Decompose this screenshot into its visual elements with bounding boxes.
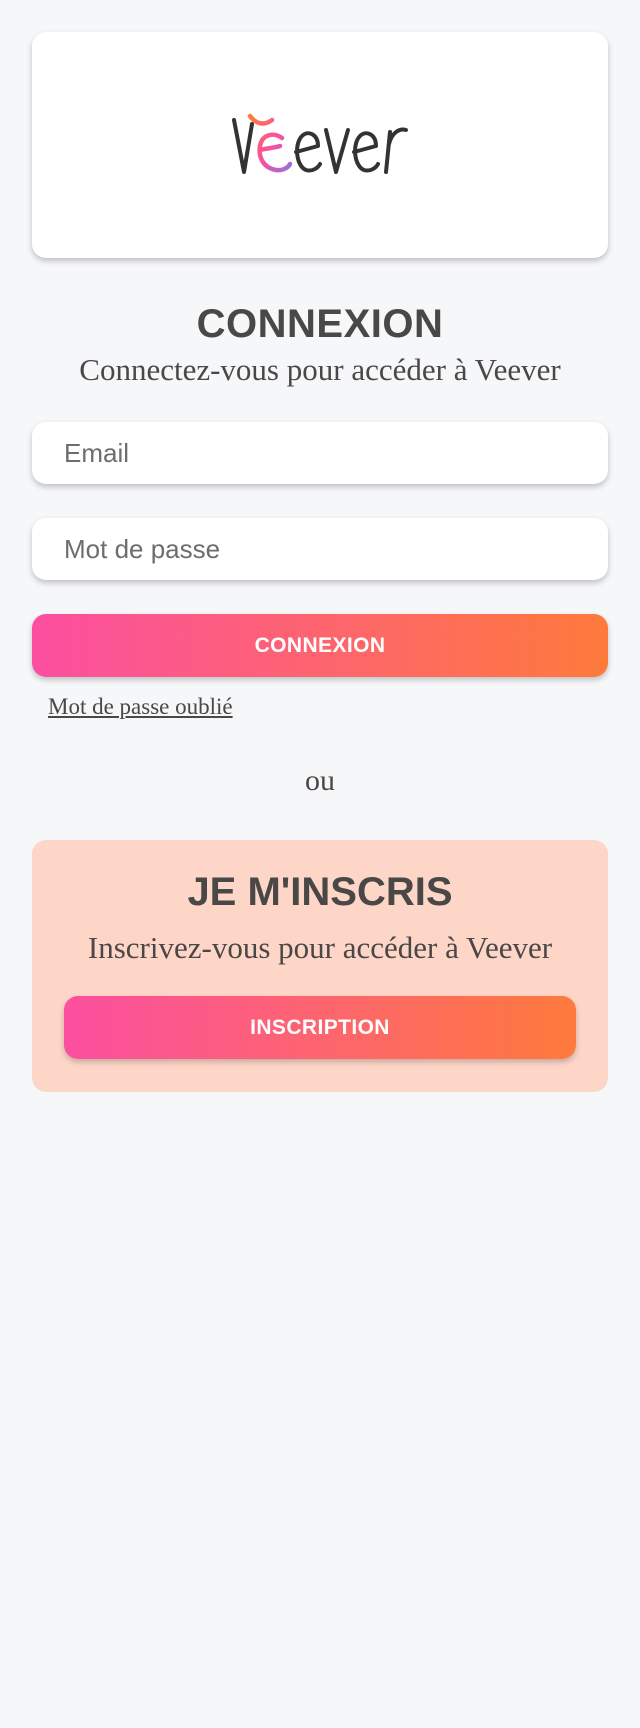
forgot-password-link[interactable]: Mot de passe oublié — [48, 694, 233, 720]
login-subtitle: Connectez-vous pour accéder à Veever — [79, 352, 561, 387]
password-field[interactable] — [32, 518, 608, 580]
signup-card: JE M'INSCRIS Inscrivez-vous pour accéder… — [32, 840, 608, 1092]
or-separator: ou — [305, 764, 335, 797]
login-button[interactable]: CONNEXION — [32, 614, 608, 677]
logo-card — [32, 32, 608, 258]
email-field[interactable] — [32, 422, 608, 484]
signup-button[interactable]: INSCRIPTION — [64, 996, 576, 1059]
login-title: CONNEXION — [196, 302, 444, 346]
veever-logo — [232, 113, 408, 174]
signup-subtitle: Inscrivez-vous pour accéder à Veever — [87, 930, 553, 965]
signup-title: JE M'INSCRIS — [187, 870, 453, 914]
